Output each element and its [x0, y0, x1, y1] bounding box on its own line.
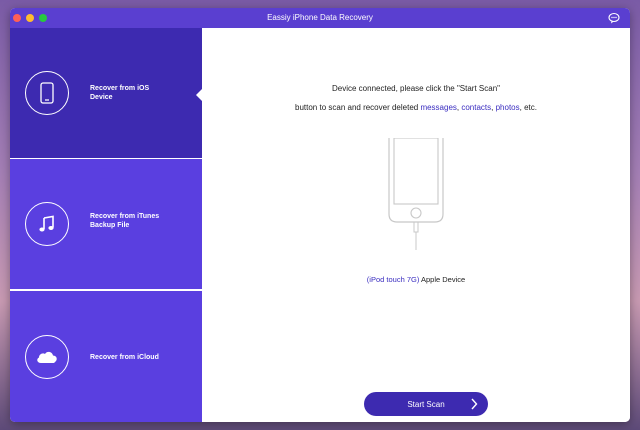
- music-note-icon: [39, 215, 54, 232]
- chat-bubble-icon[interactable]: [608, 12, 620, 24]
- main-panel: Device connected, please click the "Star…: [202, 28, 630, 422]
- messages-link[interactable]: messages: [420, 103, 456, 112]
- photos-link[interactable]: photos: [496, 103, 520, 112]
- sidebar: Recover from iOS Device Recover from iTu…: [10, 28, 202, 422]
- instruction-line-1: Device connected, please click the "Star…: [332, 84, 500, 93]
- app-window: Eassiy iPhone Data Recovery Recover from…: [10, 8, 630, 422]
- sidebar-item-ios-device[interactable]: Recover from iOS Device: [10, 28, 202, 158]
- device-label: (iPod touch 7G) Apple Device: [202, 275, 630, 284]
- icloud-icon-circle: [25, 335, 69, 379]
- cloud-icon: [37, 351, 57, 363]
- contacts-link[interactable]: contacts: [461, 103, 491, 112]
- title-bar: Eassiy iPhone Data Recovery: [10, 8, 630, 28]
- sidebar-item-label: Recover from iOS Device: [90, 85, 150, 101]
- start-scan-button[interactable]: Start Scan: [364, 392, 488, 416]
- window-title: Eassiy iPhone Data Recovery: [267, 13, 373, 22]
- sidebar-item-icloud[interactable]: Recover from iCloud: [10, 291, 202, 422]
- start-scan-label: Start Scan: [407, 399, 445, 409]
- sidebar-item-label: Recover from iTunes Backup File: [90, 213, 160, 229]
- sidebar-item-itunes-backup[interactable]: Recover from iTunes Backup File: [10, 159, 202, 289]
- sidebar-item-label: Recover from iCloud: [90, 354, 159, 361]
- device-model: (iPod touch 7G): [366, 275, 420, 284]
- connected-device-illustration: [388, 138, 444, 250]
- chevron-right-icon: [471, 398, 478, 410]
- ios-device-icon-circle: [25, 71, 69, 115]
- itunes-icon-circle: [25, 202, 69, 246]
- iphone-icon: [40, 82, 54, 104]
- instruction-line-2: button to scan and recover deleted messa…: [295, 103, 537, 112]
- device-name: Apple Device: [419, 275, 466, 284]
